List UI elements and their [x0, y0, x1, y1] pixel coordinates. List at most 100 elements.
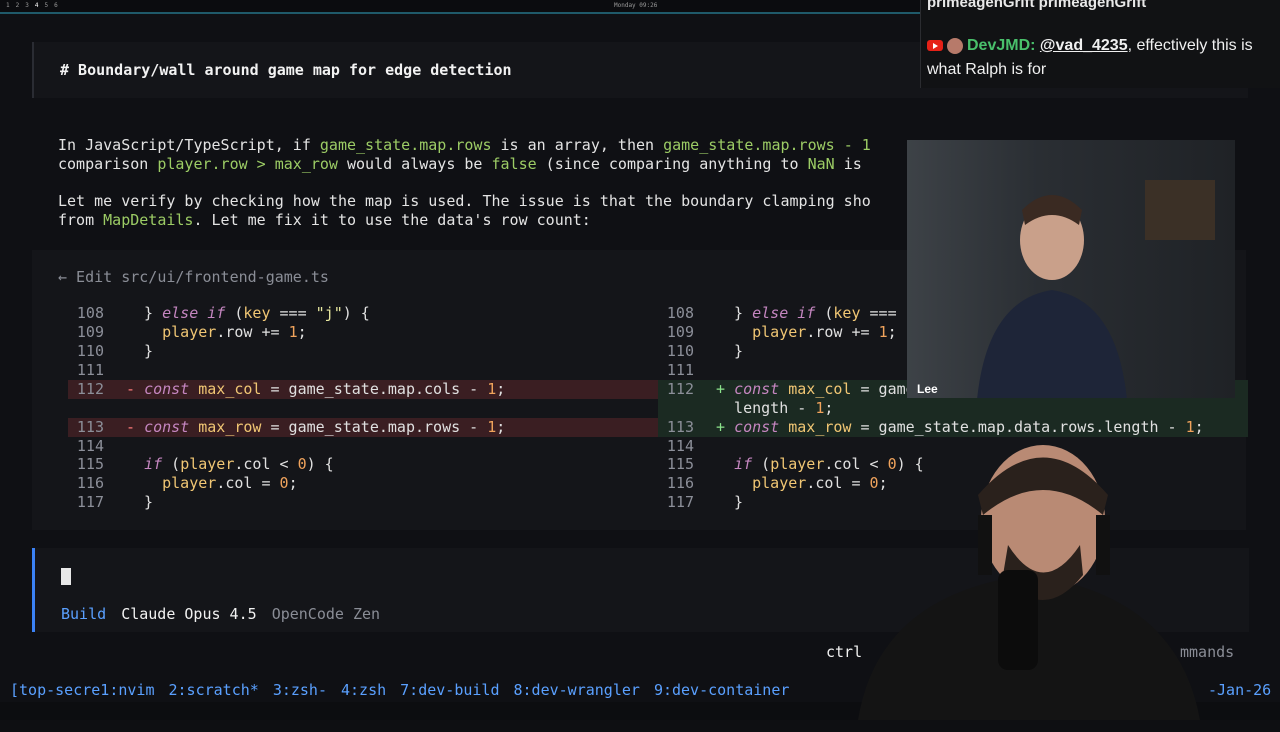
code-ref: MapDetails	[103, 211, 194, 229]
line-number: 117	[76, 493, 104, 511]
line-number: 110	[76, 342, 104, 360]
person-silhouette	[858, 445, 1200, 720]
bookshelf	[1145, 180, 1215, 240]
workspace-item[interactable]: 2	[16, 2, 20, 9]
model-label[interactable]: Claude Opus 4.5	[121, 605, 256, 623]
tmux-window[interactable]: [top-secre1:nvim	[10, 681, 155, 699]
tmux-window[interactable]: 3:zsh-	[273, 681, 327, 699]
code-text: } else if (key === "j") {	[126, 304, 370, 322]
text: comparison	[58, 155, 158, 173]
diff-line: 109 player.row += 1;	[658, 323, 897, 342]
diff-line: 117 }	[658, 493, 743, 512]
line-number: 111	[76, 361, 104, 379]
text: (since comparing anything to	[536, 155, 808, 173]
chat-message: DevJMD: @vad_4235, effectively this is w…	[927, 34, 1279, 82]
tmux-window[interactable]: 8:dev-wrangler	[514, 681, 640, 699]
code-text: player.col = 0;	[162, 474, 298, 492]
heading-text: # Boundary/wall around game map for edge…	[60, 61, 512, 79]
code-text: player.row += 1;	[162, 323, 307, 341]
workspace-item[interactable]: 5	[45, 2, 49, 9]
diff-line: 109 player.row += 1;	[68, 323, 307, 342]
code-text: }	[716, 342, 744, 360]
text: In JavaScript/TypeScript, if	[58, 136, 320, 154]
tmux-window[interactable]: 9:dev-container	[654, 681, 789, 699]
tmux-date: -Jan-26	[1208, 681, 1272, 699]
person-silhouette	[977, 195, 1127, 398]
diff-line: 112 - const max_col = game_state.map.cols…	[68, 380, 658, 399]
code-ref: NaN	[807, 155, 835, 173]
text: is an array, then	[491, 136, 664, 154]
workspace-item[interactable]: 3	[25, 2, 29, 9]
webcam-guest: Lee	[907, 140, 1235, 398]
tmux-window[interactable]: 2:scratch*	[169, 681, 259, 699]
diff-line: 116 player.col = 0;	[658, 474, 888, 493]
code-ref: player.row > max_row	[157, 155, 338, 173]
tmux-window-list: [top-secre1:nvim 2:scratch* 3:zsh- 4:zsh 7:d…	[10, 681, 803, 699]
chat-mention: @vad_4235	[1039, 37, 1128, 54]
tmux-window[interactable]: 7:dev-build	[400, 681, 499, 699]
line-number: 116	[76, 474, 104, 492]
agent-status-row: Build Claude Opus 4.5 OpenCode Zen	[61, 605, 380, 623]
line-number: 110	[666, 342, 694, 360]
code-text: length - 1;	[716, 399, 834, 417]
code-text: } else if (key === "	[716, 304, 915, 322]
line-number: 108	[76, 304, 104, 322]
diff-line: 111	[658, 361, 716, 380]
webcam-host	[858, 425, 1200, 720]
text: would always be	[337, 155, 492, 173]
diff-line: 114	[68, 437, 126, 456]
text-cursor	[61, 568, 71, 585]
webcam-name-label: Lee	[917, 382, 938, 396]
paragraph-1-line-2: comparison player.row > max_row would al…	[58, 155, 862, 174]
paragraph-2-line-1: Let me verify by checking how the map is…	[58, 192, 871, 210]
code-text: if (player.col < 0) {	[144, 455, 334, 473]
diff-line: 111	[68, 361, 126, 380]
line-number: 112	[666, 380, 694, 398]
diff-line: 108 } else if (key === "	[658, 304, 915, 323]
line-number: 113	[76, 418, 104, 436]
code-text: - const max_row = game_state.map.rows - …	[126, 418, 506, 436]
edit-file-title[interactable]: ← Edit src/ui/frontend-game.ts	[58, 268, 329, 286]
code-text: }	[716, 493, 744, 511]
diff-line: 110 }	[68, 342, 153, 361]
line-number: 109	[666, 323, 694, 341]
diff-line: 114	[658, 437, 716, 456]
code-text: }	[126, 342, 154, 360]
code-ref: game_state.map.rows	[319, 136, 492, 154]
line-number: 112	[76, 380, 104, 398]
paragraph-1-line-1: In JavaScript/TypeScript, if game_state.…	[58, 136, 871, 155]
line-number: 113	[666, 418, 694, 436]
diff-line: length - 1;	[658, 399, 1248, 418]
code-text: + const max_col = game	[716, 380, 915, 398]
line-number: 109	[76, 323, 104, 341]
line-number: 111	[666, 361, 694, 379]
chat-overlay: primeagenGrift primeagenGrift DevJMD: @v…	[920, 0, 1280, 88]
youtube-icon	[927, 40, 943, 52]
line-number: 114	[76, 437, 104, 455]
diff-line: 108 } else if (key === "j") {	[68, 304, 370, 323]
tmux-window[interactable]: 4:zsh	[341, 681, 386, 699]
line-number: 114	[666, 437, 694, 455]
line-number: 116	[666, 474, 694, 492]
text: from	[58, 211, 104, 229]
provider-label: OpenCode Zen	[271, 605, 381, 623]
workspace-item[interactable]: 6	[54, 2, 58, 9]
text: . Let me fix it to use the data's row co…	[193, 211, 591, 229]
code-ref: game_state.map.rows - 1	[663, 136, 871, 154]
keyboard-hint: ctrl	[826, 643, 863, 661]
avatar	[947, 37, 963, 54]
code-text: }	[126, 493, 154, 511]
workspace-item[interactable]: 4	[35, 2, 39, 9]
paragraph-2-line-2: from MapDetails. Let me fix it to use th…	[58, 211, 591, 230]
clock: Monday 09:26	[614, 2, 658, 9]
workspace-item[interactable]: 1	[6, 2, 10, 9]
line-number: 115	[666, 455, 694, 473]
line-number: 108	[666, 304, 694, 322]
diff-line: 116 player.col = 0;	[68, 474, 298, 493]
code-text: player.row += 1;	[752, 323, 897, 341]
workspace-list: 123456	[6, 2, 58, 9]
line-number: 115	[76, 455, 104, 473]
diff-line: 110 }	[658, 342, 743, 361]
mode-label[interactable]: Build	[61, 605, 106, 623]
diff-line: 115 if (player.col < 0) {	[68, 455, 334, 474]
